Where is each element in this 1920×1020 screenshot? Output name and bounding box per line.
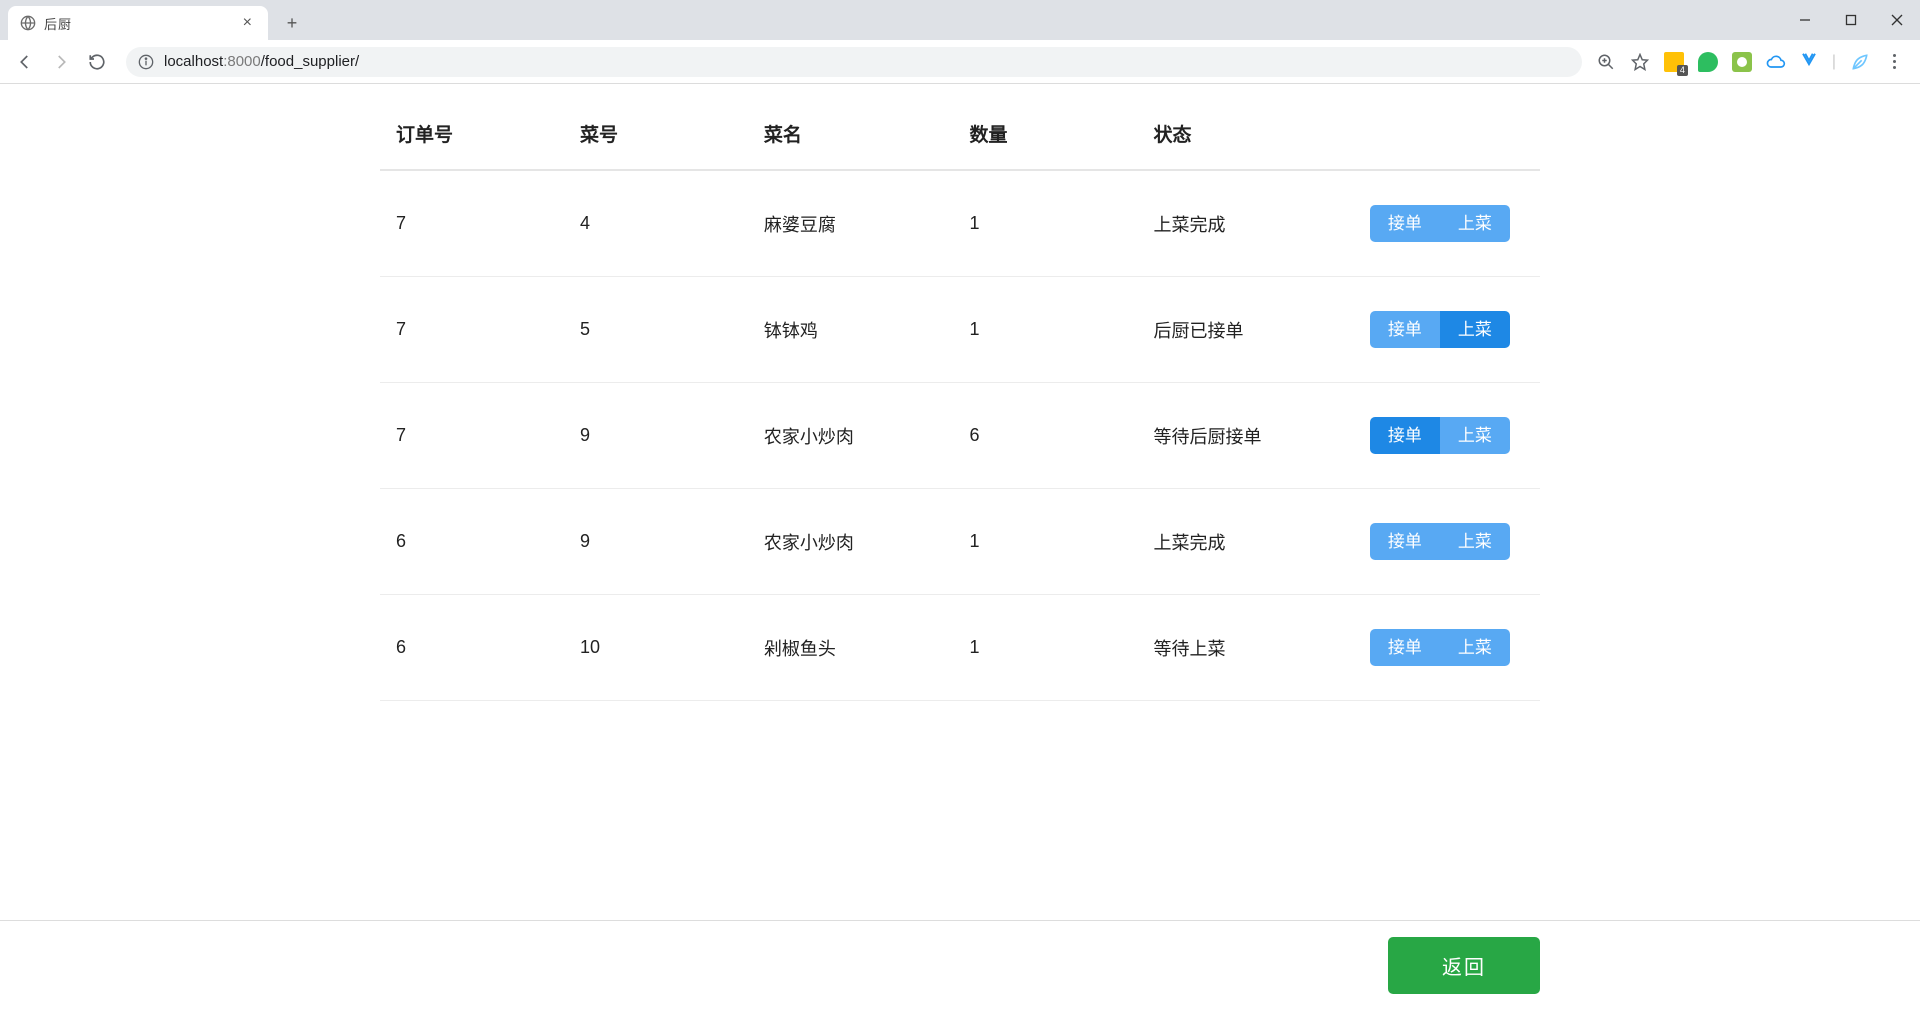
th-dish-name: 菜名 xyxy=(748,104,954,170)
cell-actions: 接单上菜 xyxy=(1354,170,1540,277)
cell-quantity: 1 xyxy=(954,595,1138,701)
table-row: 74麻婆豆腐1上菜完成接单上菜 xyxy=(380,170,1540,277)
table-row: 75钵钵鸡1后厨已接单接单上菜 xyxy=(380,277,1540,383)
url-text: localhost:8000/food_supplier/ xyxy=(164,53,359,70)
cell-actions: 接单上菜 xyxy=(1354,595,1540,701)
cell-dish-name: 剁椒鱼头 xyxy=(748,595,954,701)
accept-order-button[interactable]: 接单 xyxy=(1370,523,1440,560)
browser-toolbar: localhost:8000/food_supplier/ 4 | xyxy=(0,40,1920,84)
extension-cloud-icon[interactable] xyxy=(1766,52,1786,72)
cell-dish-id: 10 xyxy=(564,595,748,701)
th-quantity: 数量 xyxy=(954,104,1138,170)
cell-dish-id: 9 xyxy=(564,383,748,489)
cell-order-id: 7 xyxy=(380,383,564,489)
serve-dish-button[interactable]: 上菜 xyxy=(1440,205,1510,242)
address-bar[interactable]: localhost:8000/food_supplier/ xyxy=(126,47,1582,77)
cell-actions: 接单上菜 xyxy=(1354,277,1540,383)
browser-tab[interactable]: 后厨 × xyxy=(8,6,268,40)
cell-order-id: 7 xyxy=(380,277,564,383)
serve-dish-button[interactable]: 上菜 xyxy=(1440,417,1510,454)
browser-tab-strip: 后厨 × + xyxy=(0,0,1920,40)
cell-dish-name: 钵钵鸡 xyxy=(748,277,954,383)
cell-order-id: 6 xyxy=(380,489,564,595)
extension-camera-icon[interactable] xyxy=(1732,52,1752,72)
bookmark-star-icon[interactable] xyxy=(1630,52,1650,72)
window-close-button[interactable] xyxy=(1874,0,1920,40)
extension-feather-icon[interactable] xyxy=(1850,52,1870,72)
accept-order-button[interactable]: 接单 xyxy=(1370,417,1440,454)
browser-menu-button[interactable] xyxy=(1884,52,1904,72)
accept-order-button[interactable]: 接单 xyxy=(1370,629,1440,666)
cell-order-id: 6 xyxy=(380,595,564,701)
window-minimize-button[interactable] xyxy=(1782,0,1828,40)
th-status: 状态 xyxy=(1137,104,1353,170)
cell-dish-id: 9 xyxy=(564,489,748,595)
site-info-icon[interactable] xyxy=(138,54,154,70)
accept-order-button[interactable]: 接单 xyxy=(1370,311,1440,348)
cell-dish-id: 5 xyxy=(564,277,748,383)
cell-status: 上菜完成 xyxy=(1137,170,1353,277)
extension-badge: 4 xyxy=(1677,65,1688,76)
cell-status: 等待上菜 xyxy=(1137,595,1353,701)
table-row: 79农家小炒肉6等待后厨接单接单上菜 xyxy=(380,383,1540,489)
return-button[interactable]: 返回 xyxy=(1388,937,1540,994)
cell-status: 后厨已接单 xyxy=(1137,277,1353,383)
extension-translate-icon[interactable]: 4 xyxy=(1664,52,1684,72)
extension-evernote-icon[interactable] xyxy=(1698,52,1718,72)
serve-dish-button[interactable]: 上菜 xyxy=(1440,523,1510,560)
new-tab-button[interactable]: + xyxy=(278,9,306,37)
cell-dish-name: 农家小炒肉 xyxy=(748,383,954,489)
th-dish-id: 菜号 xyxy=(564,104,748,170)
cell-order-id: 7 xyxy=(380,170,564,277)
cell-dish-name: 农家小炒肉 xyxy=(748,489,954,595)
nav-reload-button[interactable] xyxy=(82,47,112,77)
page-content: 订单号 菜号 菜名 数量 状态 74麻婆豆腐1上菜完成接单上菜75钵钵鸡1后厨已… xyxy=(0,84,1920,801)
tab-close-button[interactable]: × xyxy=(239,14,256,32)
extension-v-icon[interactable] xyxy=(1800,50,1818,73)
cell-status: 上菜完成 xyxy=(1137,489,1353,595)
window-controls xyxy=(1782,0,1920,40)
cell-dish-id: 4 xyxy=(564,170,748,277)
orders-table: 订单号 菜号 菜名 数量 状态 74麻婆豆腐1上菜完成接单上菜75钵钵鸡1后厨已… xyxy=(380,104,1540,701)
cell-actions: 接单上菜 xyxy=(1354,489,1540,595)
cell-quantity: 1 xyxy=(954,170,1138,277)
accept-order-button[interactable]: 接单 xyxy=(1370,205,1440,242)
table-row: 69农家小炒肉1上菜完成接单上菜 xyxy=(380,489,1540,595)
zoom-icon[interactable] xyxy=(1596,52,1616,72)
cell-quantity: 6 xyxy=(954,383,1138,489)
cell-quantity: 1 xyxy=(954,489,1138,595)
serve-dish-button[interactable]: 上菜 xyxy=(1440,311,1510,348)
footer-bar: 返回 xyxy=(0,920,1920,1020)
cell-quantity: 1 xyxy=(954,277,1138,383)
cell-actions: 接单上菜 xyxy=(1354,383,1540,489)
th-actions xyxy=(1354,104,1540,170)
serve-dish-button[interactable]: 上菜 xyxy=(1440,629,1510,666)
th-order-id: 订单号 xyxy=(380,104,564,170)
cell-status: 等待后厨接单 xyxy=(1137,383,1353,489)
nav-back-button[interactable] xyxy=(10,47,40,77)
cell-dish-name: 麻婆豆腐 xyxy=(748,170,954,277)
table-row: 610剁椒鱼头1等待上菜接单上菜 xyxy=(380,595,1540,701)
nav-forward-button[interactable] xyxy=(46,47,76,77)
globe-icon xyxy=(20,15,36,31)
tab-title: 后厨 xyxy=(44,14,239,33)
window-maximize-button[interactable] xyxy=(1828,0,1874,40)
toolbar-actions: 4 | xyxy=(1596,50,1910,73)
